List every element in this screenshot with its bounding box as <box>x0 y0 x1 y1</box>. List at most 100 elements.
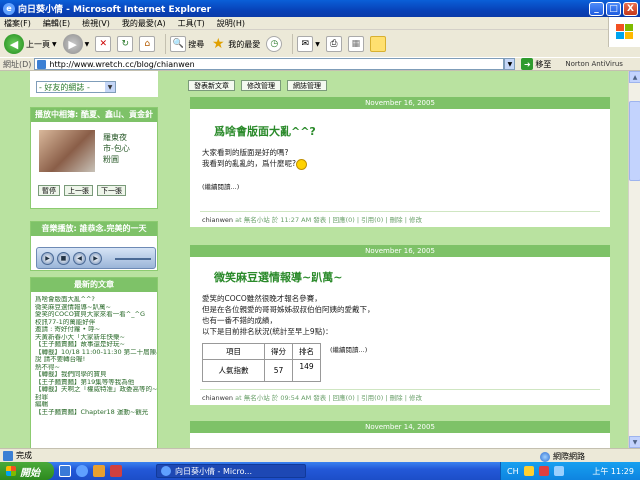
maximize-button[interactable]: □ <box>606 1 621 16</box>
menu-edit[interactable]: 編輯(E) <box>43 18 70 29</box>
home-button[interactable]: ⌂ <box>139 36 156 52</box>
post-line: 愛笑的COCO雖然很晚才報名參賽， <box>202 294 322 303</box>
stop-icon[interactable]: ■ <box>57 252 70 265</box>
norton-tray-icon[interactable] <box>538 466 549 476</box>
read-more-link[interactable]: (繼續閱讀...) <box>202 182 307 193</box>
back-button[interactable]: ◀ 上一頁 ▼ <box>4 34 57 54</box>
note-icon <box>369 36 386 52</box>
latest-post-link[interactable]: 【王子麵賣麵】第19集等等我為他 <box>35 379 157 387</box>
next-icon[interactable]: ▶ <box>89 252 102 265</box>
post-author[interactable]: chianwen <box>202 394 233 402</box>
close-button[interactable]: X <box>623 1 638 16</box>
go-button[interactable]: ➜ 移至 <box>521 58 551 70</box>
latest-post-link[interactable]: 【轉載】10/18 11:00-11:30 第二十屆陳暑 <box>35 349 157 357</box>
network-icon[interactable] <box>553 466 564 476</box>
post-author[interactable]: chianwen <box>202 216 233 224</box>
mail-button[interactable]: ✉ ▼ <box>297 36 320 52</box>
menu-favorites[interactable]: 我的最愛(A) <box>122 18 166 29</box>
play-icon[interactable]: ▶ <box>41 252 54 265</box>
scroll-down-icon[interactable]: ▼ <box>629 436 640 448</box>
edit-manage-button[interactable]: 修改管理 <box>241 80 281 91</box>
latest-post-link[interactable]: 微笑麻豆選情報導~趴萬~ <box>35 304 157 312</box>
taskbar-ie-window[interactable]: 向日葵小倩 - Micro... <box>156 464 306 478</box>
language-indicator[interactable]: CH <box>507 467 519 476</box>
menu-file[interactable]: 檔案(F) <box>4 18 31 29</box>
new-post-button[interactable]: 發表新文章 <box>188 80 235 91</box>
latest-post-link[interactable]: 【轉載】天啊之「權威特准」政委高等的~ <box>35 386 157 394</box>
quicklaunch-media-icon[interactable] <box>93 465 105 477</box>
latest-post-link[interactable]: 熱不得~ <box>35 364 157 372</box>
previous-icon[interactable]: ◀ <box>73 252 86 265</box>
refresh-button[interactable]: ↻ <box>117 36 134 52</box>
friends-select-value: - 好友的網誌 - <box>39 82 90 92</box>
page-icon <box>3 450 13 461</box>
album-photo[interactable] <box>39 130 95 172</box>
post-title[interactable]: 微笑麻豆選情報導~趴萬~ <box>214 269 342 285</box>
forward-arrow-icon: ▶ <box>62 34 83 54</box>
scroll-thumb[interactable] <box>629 101 640 181</box>
post-date: November 14, 2005 <box>190 421 610 433</box>
latest-post-link[interactable]: 愛笑的COCO寶貝大家來看一看^_^G <box>35 311 157 319</box>
system-tray: CH 上午 11:29 <box>500 462 640 480</box>
post-line-with-emoticon: 我看到的亂亂的，爲什麼呢? <box>202 158 307 170</box>
history-button[interactable]: ◷ <box>266 36 283 52</box>
task-label: 向日葵小倩 - Micro... <box>175 466 252 476</box>
stop-button[interactable]: ✕ <box>95 36 112 52</box>
address-label: 網址(D) <box>3 59 32 69</box>
start-button[interactable]: 開始 <box>0 462 54 480</box>
post-meta: at 無名小站 於 09:54 AM 發表 | 回應(0) | 引用(0) | … <box>233 394 422 402</box>
next-photo-button[interactable]: 下一張 <box>97 185 126 196</box>
norton-antivirus-button[interactable]: Norton AntiVirus <box>565 60 623 68</box>
menu-view[interactable]: 檢視(V) <box>82 18 110 29</box>
tray-icon[interactable] <box>523 466 534 476</box>
post-body: 愛笑的COCO雖然很晚才報名參賽， 但是在各位親愛的哥哥姊姊叔叔伯伯阿姨的愛戴下… <box>202 293 375 337</box>
blog-manage-button[interactable]: 網誌管理 <box>287 80 327 91</box>
latest-post-link[interactable]: 【王子麵賣麵】故事還是好玩~ <box>35 341 157 349</box>
menu-help[interactable]: 說明(H) <box>217 18 245 29</box>
address-input[interactable]: http://www.wretch.cc/blog/chianwen <box>34 58 505 70</box>
latest-post-link[interactable]: 說 請不要轉台喔! <box>35 356 157 364</box>
latest-post-link[interactable]: 【轉載】我們同學的寶貝 <box>35 371 157 379</box>
print-button[interactable]: ⎙ <box>325 36 342 52</box>
scroll-up-icon[interactable]: ▲ <box>629 71 640 83</box>
post-footer: chianwen at 無名小站 於 11:27 AM 發表 | 回應(0) |… <box>202 214 422 224</box>
latest-post-link[interactable]: 天黃新春小大「大家新年快樂~ <box>35 334 157 342</box>
post-line: 但是在各位親愛的哥哥姊姊叔叔伯伯阿姨的愛戴下， <box>202 305 375 314</box>
quicklaunch-desktop-icon[interactable] <box>59 465 71 477</box>
mail-icon: ✉ <box>297 36 314 52</box>
post-title[interactable]: 爲啥會版面大亂^^? <box>214 123 316 139</box>
edit-button[interactable]: ▦ <box>347 36 364 52</box>
latest-post-link[interactable]: 編輯 <box>35 401 157 409</box>
pause-button[interactable]: 暫停 <box>38 185 60 196</box>
previous-photo-button[interactable]: 上一張 <box>64 185 93 196</box>
friends-blog-select[interactable]: - 好友的網誌 - ▼ <box>36 81 116 93</box>
forward-button[interactable]: ▶ ▼ <box>62 34 90 54</box>
go-label: 移至 <box>535 59 552 69</box>
latest-post-link[interactable]: 邀請 : 寄好付蘿 • 呼~ <box>35 326 157 334</box>
menu-tools[interactable]: 工具(T) <box>178 18 205 29</box>
minimize-button[interactable]: _ <box>589 1 604 16</box>
latest-post-link[interactable]: 【王子麵賣麵】Chapter18 運動~觀光 <box>35 409 157 417</box>
quicklaunch-ie-icon[interactable] <box>76 465 88 477</box>
read-more-link[interactable]: (繼續閱讀...) <box>330 345 367 356</box>
quicklaunch-app-icon[interactable] <box>110 465 122 477</box>
chevron-down-icon: ▼ <box>105 82 115 92</box>
favorites-button[interactable]: ★ 我的最愛 <box>210 36 260 52</box>
table-header-cell: 排名 <box>292 343 321 360</box>
search-button[interactable]: 🔍 搜尋 <box>170 36 204 52</box>
notes-button[interactable] <box>369 36 386 52</box>
latest-post-link[interactable]: 爲啥會版面大亂^^? <box>35 296 157 304</box>
latest-post-link[interactable]: 封罪 <box>35 394 157 402</box>
dropdown-arrow-icon: ▼ <box>315 40 320 48</box>
address-bar: 網址(D) http://www.wretch.cc/blog/chianwen… <box>0 57 640 71</box>
page-viewport: - 好友的網誌 - ▼ 播放中相簿: 酷夏、鑫山、貢金針 羅東夜 市-包心 粉圓… <box>0 71 628 448</box>
post-line: 也有一番不錯的成績， <box>202 316 277 325</box>
post-line: 以下是目前排名狀況(統計至早上9點)： <box>202 327 333 336</box>
album-player-heading: 播放中相簿: 酷夏、鑫山、貢金針 <box>31 108 157 122</box>
dropdown-arrow-icon: ▼ <box>84 40 90 48</box>
address-dropdown-icon[interactable]: ▼ <box>504 58 516 70</box>
windows-logo-icon <box>608 17 640 47</box>
vertical-scrollbar[interactable]: ▲ ▼ <box>628 71 640 448</box>
volume-slider[interactable] <box>115 258 151 260</box>
latest-post-link[interactable]: 校訊77-1的萬能好伴 <box>35 319 157 327</box>
